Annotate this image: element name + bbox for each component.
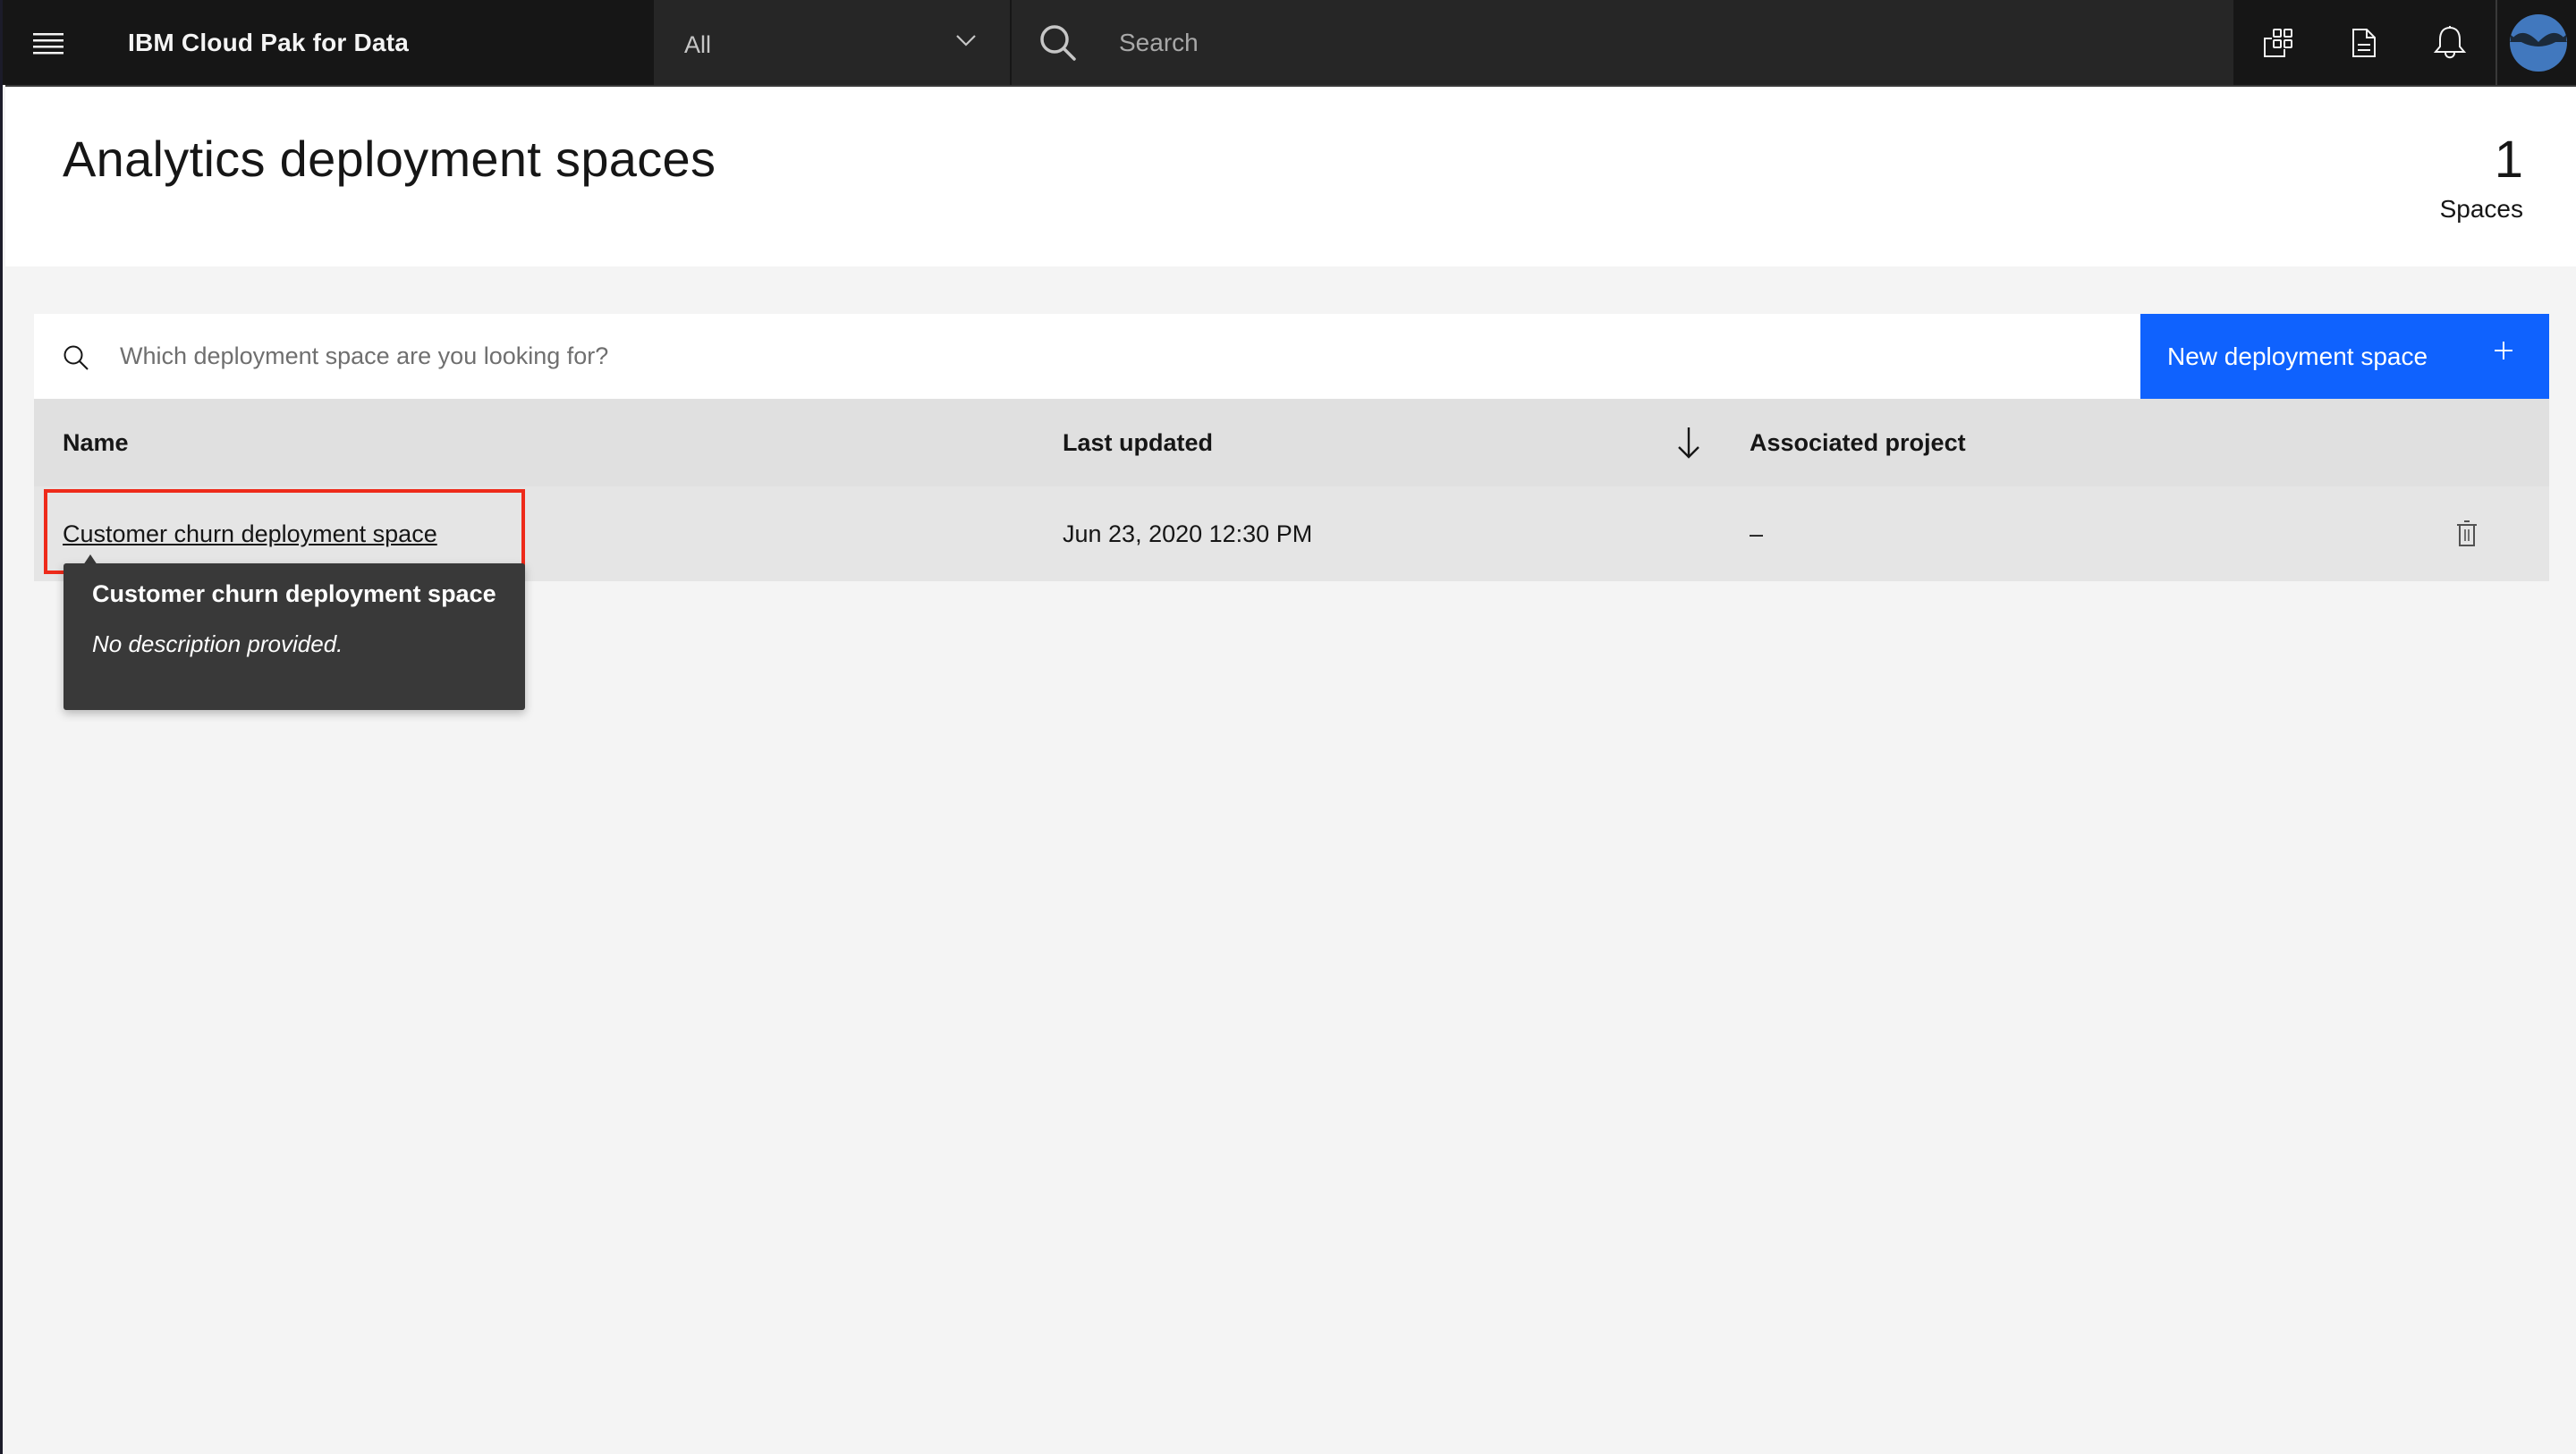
- plus-icon: [2494, 341, 2513, 360]
- delete-trash-icon[interactable]: [2456, 520, 2478, 547]
- column-header-name[interactable]: Name: [63, 399, 129, 486]
- associated-project-cell: –: [1750, 486, 1763, 581]
- new-deployment-space-button[interactable]: New deployment space: [2140, 314, 2549, 399]
- product-name[interactable]: IBM Cloud Pak for Data: [128, 0, 409, 85]
- search-scope-dropdown[interactable]: All: [654, 0, 1010, 85]
- tooltip-title: Customer churn deployment space: [92, 578, 496, 610]
- global-search: [1012, 0, 2233, 85]
- search-icon: [1038, 23, 1078, 63]
- spaces-count-label: Spaces: [2440, 195, 2523, 224]
- space-name-tooltip: Customer churn deployment space No descr…: [64, 563, 525, 710]
- search-scope-value: All: [684, 0, 711, 89]
- column-header-last-updated[interactable]: Last updated: [1063, 399, 1213, 486]
- global-header: IBM Cloud Pak for Data All: [3, 0, 2576, 85]
- app-frame: IBM Cloud Pak for Data All: [0, 0, 2576, 1454]
- new-deployment-space-label: New deployment space: [2167, 342, 2428, 370]
- notification-bell-icon: [2433, 25, 2467, 61]
- last-updated-cell: Jun 23, 2020 12:30 PM: [1063, 486, 1312, 581]
- deployment-spaces-table: Name Last updated Associated project Cus…: [34, 399, 2549, 581]
- column-header-associated-project[interactable]: Associated project: [1750, 399, 1966, 486]
- search-icon: [63, 344, 89, 371]
- page-title: Analytics deployment spaces: [63, 130, 716, 188]
- documentation-button[interactable]: [2321, 0, 2407, 85]
- chevron-down-icon: [956, 34, 976, 46]
- document-icon: [2351, 28, 2377, 58]
- user-avatar-button[interactable]: [2496, 0, 2576, 85]
- menu-button[interactable]: [5, 0, 90, 85]
- space-search: [34, 314, 2140, 399]
- notifications-button[interactable]: [2407, 0, 2493, 85]
- tooltip-description: No description provided.: [92, 630, 496, 658]
- space-name-link[interactable]: Customer churn deployment space: [63, 520, 437, 547]
- table-header: Name Last updated Associated project: [34, 399, 2549, 486]
- page-header: Analytics deployment spaces 1 Spaces: [5, 85, 2576, 266]
- global-search-input[interactable]: [1119, 0, 2192, 85]
- spaces-count: 1: [2495, 130, 2523, 190]
- sort-descending-icon[interactable]: [1675, 426, 1702, 460]
- catalog-button[interactable]: [2235, 0, 2321, 85]
- table-toolbar: New deployment space: [34, 314, 2549, 399]
- space-search-input[interactable]: [120, 314, 2088, 399]
- header-actions: [2235, 0, 2495, 85]
- user-avatar: [2509, 13, 2568, 72]
- menu-icon: [33, 31, 64, 55]
- catalog-apps-icon: [2263, 28, 2293, 58]
